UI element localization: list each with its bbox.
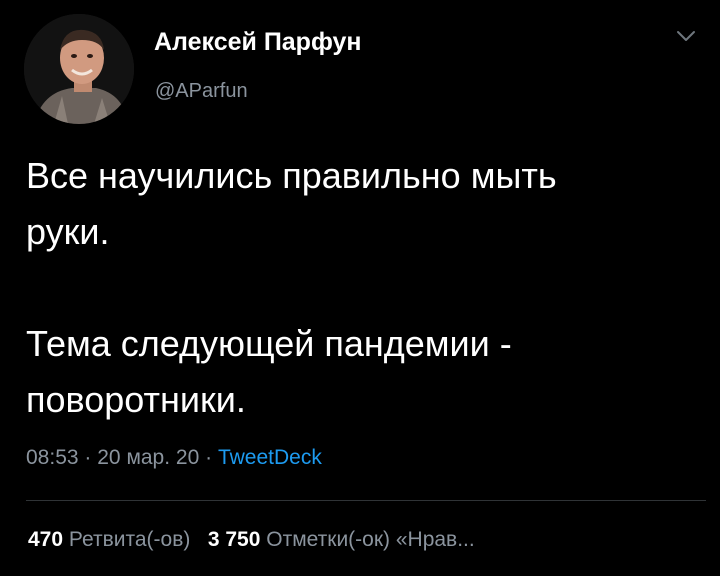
retweets-count: 470 <box>28 528 64 551</box>
tweet-text: Все научились правильно мыть руки. Тема … <box>26 148 706 428</box>
tweet-source-link[interactable]: TweetDeck <box>218 446 322 469</box>
tweet-card: Алексей Парфун @AParfun Все научились пр… <box>0 0 720 576</box>
likes-stat[interactable]: 3 750 Отметки(-ок) «Нрав... <box>208 528 475 551</box>
author-name[interactable]: Алексей Парфун <box>154 28 362 57</box>
tweet-stats: 470 Ретвита(-ов) 3 750 Отметки(-ок) «Нра… <box>28 528 475 552</box>
likes-label: Отметки(-ок) «Нрав... <box>266 528 475 551</box>
tweet-line: поворотники. <box>26 379 246 420</box>
tweet-date[interactable]: 20 мар. 20 <box>97 446 199 469</box>
author-handle[interactable]: @AParfun <box>155 80 248 103</box>
divider <box>26 500 706 501</box>
tweet-line: Все научились правильно мыть <box>26 155 557 196</box>
retweets-stat[interactable]: 470 Ретвита(-ов) <box>28 528 190 551</box>
meta-separator: · <box>84 446 92 469</box>
tweet-meta: 08:53 · 20 мар. 20 · TweetDeck <box>26 446 322 470</box>
avatar-image <box>24 14 134 124</box>
avatar[interactable] <box>24 14 134 124</box>
tweet-line: Тема следующей пандемии - <box>26 323 512 364</box>
likes-count: 3 750 <box>207 528 261 551</box>
tweet-time[interactable]: 08:53 <box>26 446 79 469</box>
retweets-label: Ретвита(-ов) <box>68 528 191 551</box>
meta-separator: · <box>205 446 213 469</box>
chevron-down-icon[interactable] <box>672 26 700 46</box>
tweet-line: руки. <box>26 211 110 252</box>
